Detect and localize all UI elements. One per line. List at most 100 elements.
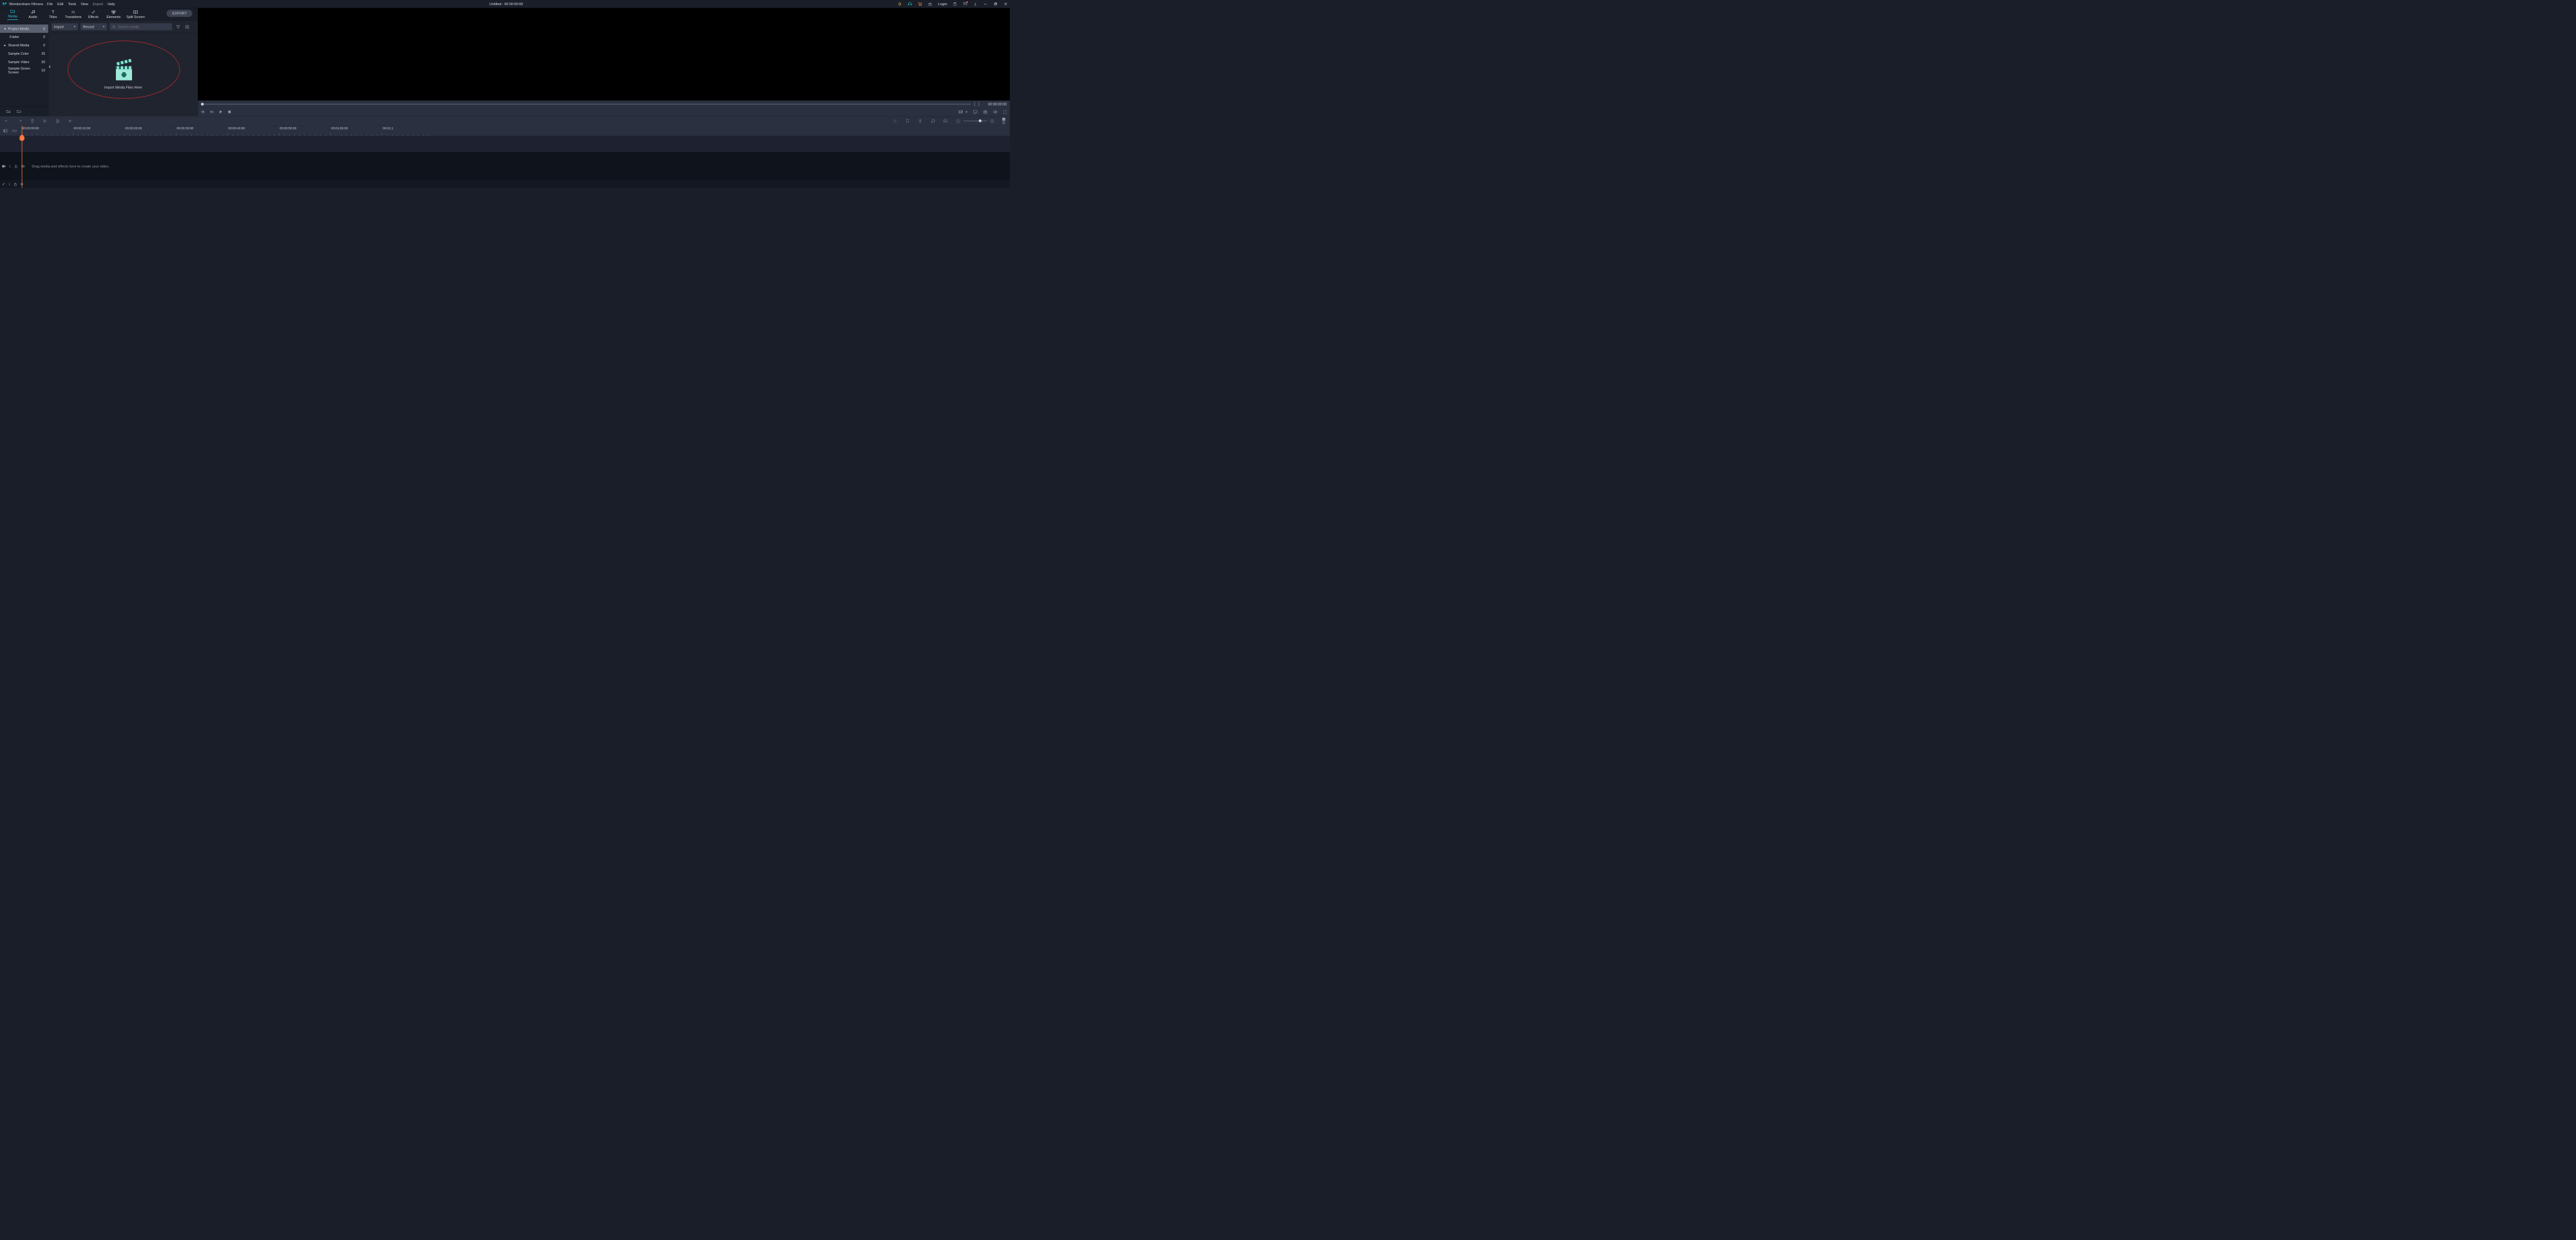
next-frame-button[interactable] [210, 110, 213, 113]
tab-split-screen[interactable]: Split Screen [124, 8, 147, 21]
fullscreen-icon[interactable] [1003, 110, 1007, 114]
elements-icon [111, 10, 116, 14]
undo-icon[interactable] [5, 119, 10, 124]
zoom-control [956, 119, 995, 124]
chevron-down-icon: ▾ [74, 24, 76, 28]
scrubber-handle[interactable] [201, 102, 204, 105]
tab-media[interactable]: Media [3, 8, 23, 21]
timeline-spacer [0, 136, 1010, 152]
zoom-fit-icon[interactable] [1002, 118, 1005, 124]
lock-icon[interactable] [14, 164, 17, 167]
timeline-ruler[interactable]: 00:00:00:0000:00:10:0000:00:20:0000:00:3… [22, 126, 1010, 136]
sidebar-item-sample-color[interactable]: Sample Color 25 [0, 50, 48, 58]
chevron-right-icon: ▸ [3, 43, 6, 47]
split-clip-icon[interactable] [43, 119, 48, 124]
tab-row: Media Audio Titles Transitions Effects [0, 8, 198, 21]
grid-view-icon[interactable] [184, 23, 190, 30]
sidebar-item-shared-media[interactable]: ▸Shared Media 0 [0, 41, 48, 50]
minimize-button[interactable] [983, 2, 987, 6]
text-icon [51, 10, 55, 14]
video-track-label: 1 [9, 164, 11, 167]
timeline-toolbar [0, 116, 1010, 126]
login-link[interactable]: Login [938, 2, 947, 6]
sidebar-item-folder[interactable]: Folder 0 [0, 33, 48, 41]
delete-icon[interactable] [30, 119, 35, 124]
search-input[interactable] [118, 24, 170, 29]
tab-transitions[interactable]: Transitions [63, 8, 83, 21]
tab-audio[interactable]: Audio [23, 8, 43, 21]
sidebar-item-sample-green-screen[interactable]: Sample Green Screen 10 [0, 66, 48, 75]
ruler-mark: 00:00:40:00 [228, 126, 245, 129]
save-icon[interactable] [952, 2, 957, 6]
crop-icon[interactable] [943, 119, 948, 124]
message-icon[interactable] [963, 2, 967, 6]
delete-folder-icon[interactable] [17, 110, 21, 113]
sidebar-bottom [0, 106, 48, 116]
tab-effects[interactable]: Effects [83, 8, 103, 21]
mark-in-icon[interactable]: { [974, 102, 975, 106]
audio-track-icon [2, 182, 5, 186]
ruler-mark: 00:00:00:00 [22, 126, 39, 129]
export-button[interactable]: EXPORT [167, 10, 193, 17]
audio-track-label: 1 [8, 182, 10, 186]
lock-icon[interactable] [14, 182, 17, 186]
prev-frame-button[interactable] [201, 110, 204, 113]
app-name: Wondershare Filmora [9, 2, 43, 6]
stop-button[interactable] [228, 110, 231, 113]
sidebar-item-sample-video[interactable]: Sample Video 20 [0, 58, 48, 66]
redo-icon[interactable] [17, 119, 23, 124]
support-icon[interactable] [907, 2, 912, 6]
close-button[interactable] [1003, 2, 1008, 6]
timeline-header: 00:00:00:0000:00:10:0000:00:20:0000:00:3… [0, 126, 1010, 136]
menu-help[interactable]: Help [108, 2, 115, 6]
preview-controls: 1/2 ▾ [198, 108, 1010, 116]
sidebar-item-project-media[interactable]: ▾Project Media 0 [0, 24, 48, 33]
menu-file[interactable]: File [47, 2, 53, 6]
audio-edit-icon[interactable] [68, 119, 73, 124]
tab-titles[interactable]: Titles [43, 8, 63, 21]
filter-icon[interactable] [175, 23, 181, 30]
voiceover-icon[interactable] [918, 119, 923, 124]
display-icon[interactable] [973, 110, 978, 114]
effects-icon [91, 10, 96, 14]
menu-export[interactable]: Export [93, 2, 103, 6]
menu-edit[interactable]: Edit [57, 2, 63, 6]
render-icon[interactable] [893, 119, 898, 124]
download-icon[interactable] [973, 2, 978, 6]
import-dropdown[interactable]: Import ▾ [52, 23, 78, 30]
chevron-down-icon: ▾ [103, 24, 105, 28]
zoom-slider[interactable] [963, 120, 987, 122]
snapshot-icon[interactable] [983, 110, 987, 114]
mark-out-icon[interactable]: } [978, 102, 980, 106]
search-media[interactable] [109, 23, 172, 30]
tips-icon[interactable] [898, 2, 902, 6]
gift-icon[interactable] [928, 2, 933, 6]
audio-track[interactable]: 1 [0, 180, 1010, 188]
import-dropzone[interactable]: Import Media Files Here [48, 33, 198, 116]
timeline-options-icon[interactable] [3, 129, 7, 132]
video-track[interactable]: 1 Drag media and effects here to create … [0, 152, 1010, 180]
zoom-out-icon[interactable] [956, 119, 961, 124]
link-icon[interactable] [12, 129, 17, 132]
adjust-icon[interactable] [55, 119, 60, 124]
new-folder-icon[interactable] [6, 110, 10, 113]
titlebar: Wondershare Filmora File Edit Tools View… [0, 0, 1010, 8]
video-track-icon [2, 165, 5, 167]
preview-scrubber[interactable] [201, 104, 971, 105]
audio-mixer-icon[interactable] [931, 119, 936, 124]
tab-elements[interactable]: Elements [104, 8, 124, 21]
volume-icon[interactable] [993, 110, 998, 114]
marker-icon[interactable] [905, 119, 910, 124]
zoom-handle[interactable] [979, 119, 981, 122]
menu-tools[interactable]: Tools [68, 2, 76, 6]
cart-icon[interactable] [918, 2, 922, 6]
menu-view[interactable]: View [80, 2, 88, 6]
playhead[interactable] [22, 126, 23, 187]
preview-quality[interactable]: 1/2 ▾ [958, 110, 967, 114]
play-button[interactable] [219, 110, 222, 113]
ruler-mark: 00:00:50:00 [279, 126, 296, 129]
document-title: Untitled : 00:00:00:00 [115, 2, 897, 6]
record-dropdown[interactable]: Record ▾ [80, 23, 107, 30]
maximize-button[interactable] [993, 2, 998, 6]
zoom-in-icon[interactable] [990, 119, 995, 124]
